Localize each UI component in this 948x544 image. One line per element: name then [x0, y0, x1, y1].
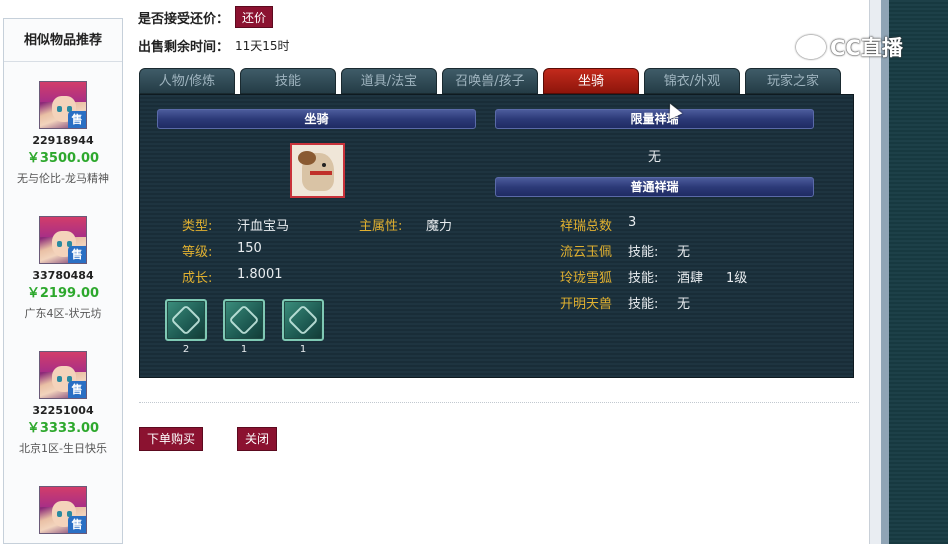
- mount-detail-panel: 坐骑 限量祥瑞 无 普通祥瑞 类型: 汗血宝马 主属性: 魔力 等级: 150 …: [139, 94, 854, 378]
- mount-skill-count: 1: [240, 344, 248, 355]
- right-edge-decoration: [869, 0, 948, 544]
- close-button[interactable]: 关闭: [237, 427, 278, 451]
- buy-button[interactable]: 下单购买: [139, 427, 204, 451]
- cc-logo-icon: [796, 35, 826, 59]
- xiangrui-skill-level: 1级: [726, 271, 748, 286]
- time-left-value: 11天15时: [235, 39, 290, 53]
- right-edge-light: [869, 0, 881, 544]
- type-label: 类型:: [182, 219, 213, 234]
- similar-item[interactable]: 售 22918944 ￥3500.00 无与伦比-龙马精神: [4, 81, 122, 189]
- counter-offer-button[interactable]: 还价: [235, 6, 274, 28]
- stream-watermark: CC直播: [796, 32, 903, 62]
- xiangrui-skill-value: 酒肆: [677, 271, 704, 286]
- xiangrui-total-value: 3: [628, 215, 637, 230]
- tab-mount[interactable]: 坐骑: [543, 68, 639, 94]
- item-server: 广东4区-状元坊: [24, 307, 102, 320]
- tab-outfits[interactable]: 锦衣/外观: [644, 68, 740, 94]
- mount-header: 坐骑: [157, 109, 476, 129]
- sale-badge: 售: [68, 111, 86, 128]
- item-id: 22918944: [32, 134, 94, 147]
- mount-skill-2-icon[interactable]: [223, 299, 265, 341]
- mount-skill-count: 2: [182, 344, 190, 355]
- xiangrui-skill-label: 技能:: [628, 245, 659, 260]
- item-server: 北京1区-生日快乐: [19, 442, 107, 455]
- tab-skills[interactable]: 技能: [240, 68, 336, 94]
- item-price: ￥2199.00: [26, 286, 100, 301]
- xiangrui-name: 开明天兽: [560, 297, 613, 312]
- time-left-label: 出售剩余时间：: [138, 40, 230, 55]
- sale-badge: 售: [68, 246, 86, 263]
- limited-xiangrui-header: 限量祥瑞: [495, 109, 814, 129]
- mount-portrait[interactable]: [290, 143, 345, 198]
- time-left-row: 出售剩余时间： 11天15时: [138, 36, 290, 55]
- normal-xiangrui-header: 普通祥瑞: [495, 177, 814, 197]
- mount-skill-1-icon[interactable]: [165, 299, 207, 341]
- item-price: ￥3333.00: [26, 421, 100, 436]
- level-value: 150: [237, 241, 262, 256]
- xiangrui-skill-value: 无: [677, 245, 691, 260]
- right-edge-dark: [889, 0, 948, 544]
- tab-player-home[interactable]: 玩家之家: [745, 68, 841, 94]
- main-attr-value: 魔力: [426, 219, 453, 234]
- tab-items[interactable]: 道具/法宝: [341, 68, 437, 94]
- xiangrui-name: 玲珑雪狐: [560, 271, 613, 286]
- main-attr-label: 主属性:: [359, 219, 403, 234]
- item-id: 33780484: [32, 269, 94, 282]
- tab-character[interactable]: 人物/修炼: [139, 68, 235, 94]
- detail-tabs: 人物/修炼 技能 道具/法宝 召唤兽/孩子 坐骑 锦衣/外观 玩家之家: [139, 68, 854, 94]
- counter-offer-label: 是否接受还价：: [138, 11, 230, 27]
- similar-items-sidebar: 相似物品推荐 售 22918944 ￥3500.00 无与伦比-龙马精神 售 3…: [3, 18, 123, 544]
- sidebar-title: 相似物品推荐: [4, 19, 122, 62]
- similar-item[interactable]: 售 32251004 ￥3333.00 北京1区-生日快乐: [4, 351, 122, 459]
- limited-xiangrui-value: 无: [648, 150, 662, 165]
- xiangrui-skill-label: 技能:: [628, 271, 659, 286]
- similar-item[interactable]: 售 33780484 ￥2199.00 广东4区-状元坊: [4, 216, 122, 324]
- xiangrui-name: 流云玉佩: [560, 245, 613, 260]
- sale-badge: 售: [68, 381, 86, 398]
- item-id: 32251004: [32, 404, 94, 417]
- growth-label: 成长:: [182, 271, 213, 286]
- xiangrui-skill-value: 无: [677, 297, 691, 312]
- watermark-text: CC直播: [830, 36, 903, 60]
- character-avatar[interactable]: 售: [39, 81, 87, 129]
- item-server: 无与伦比-龙马精神: [17, 172, 109, 185]
- mount-skill-3-icon[interactable]: [282, 299, 324, 341]
- character-avatar[interactable]: 售: [39, 216, 87, 264]
- xiangrui-total-label: 祥瑞总数: [560, 219, 613, 234]
- growth-value: 1.8001: [237, 267, 283, 282]
- xiangrui-skill-label: 技能:: [628, 297, 659, 312]
- counter-offer-row: 是否接受还价： 还价: [138, 6, 274, 28]
- item-price: ￥3500.00: [26, 151, 100, 166]
- character-avatar[interactable]: 售: [39, 486, 87, 534]
- character-avatar[interactable]: 售: [39, 351, 87, 399]
- level-label: 等级:: [182, 245, 213, 260]
- type-value: 汗血宝马: [237, 219, 290, 234]
- similar-item[interactable]: 售: [4, 486, 122, 534]
- tab-summons[interactable]: 召唤兽/孩子: [442, 68, 538, 94]
- sale-badge: 售: [68, 516, 86, 533]
- right-edge-mid: [881, 0, 889, 544]
- divider: [139, 402, 859, 403]
- mount-skill-count: 1: [299, 344, 307, 355]
